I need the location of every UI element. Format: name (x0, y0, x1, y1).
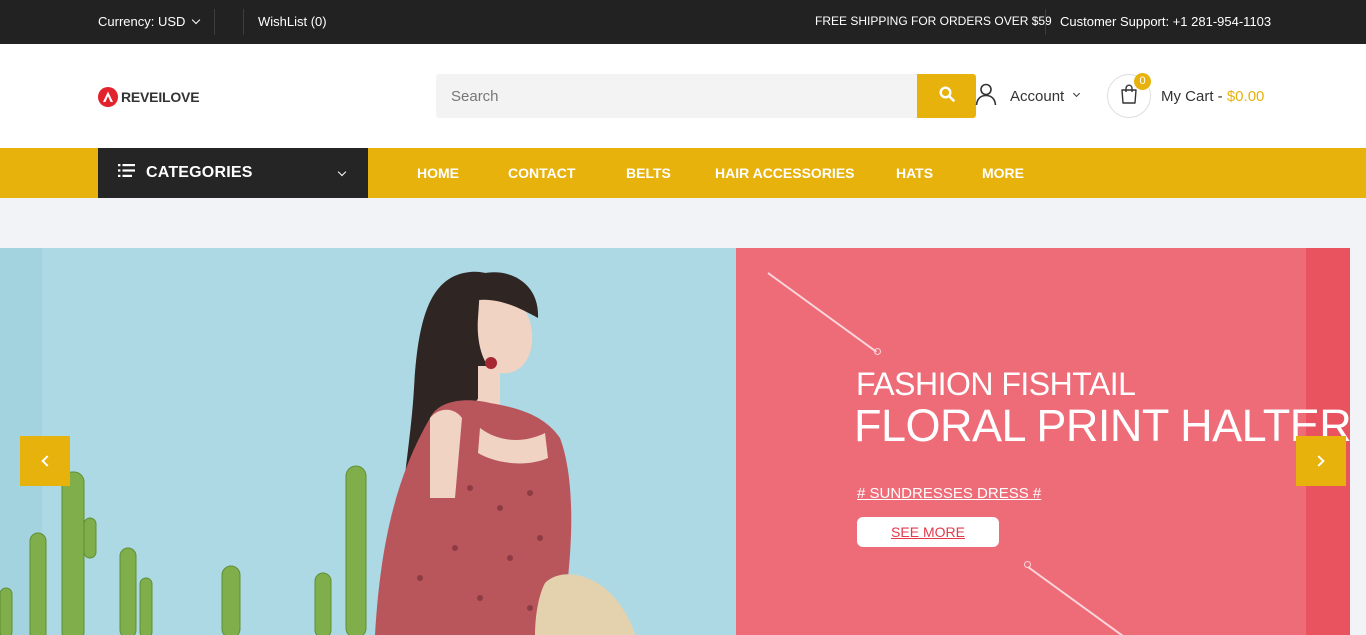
search-icon (938, 85, 955, 107)
search-button[interactable] (917, 74, 976, 118)
cart-total: $0.00 (1226, 87, 1265, 105)
decorative-dot (1024, 561, 1031, 568)
divider (1045, 9, 1046, 35)
nav-link-home[interactable]: HOME (417, 148, 459, 198)
nav-link-hair-accessories[interactable]: HAIR ACCESSORIES (715, 148, 855, 198)
search-bar (436, 74, 976, 118)
categories-label: CATEGORIES (146, 164, 253, 181)
cart-count-badge: 0 (1134, 73, 1151, 90)
slider-next-button[interactable] (1296, 436, 1346, 486)
currency-selector[interactable]: Currency: USD (98, 0, 201, 44)
menu-lines-icon (118, 164, 135, 182)
divider (214, 9, 215, 35)
chevron-left-icon (41, 455, 53, 467)
chevron-down-icon (1073, 89, 1081, 97)
nav-link-more[interactable]: MORE (982, 148, 1024, 198)
logo[interactable]: REVEILOVE (98, 86, 200, 108)
nav-link-hats[interactable]: HATS (896, 148, 933, 198)
cart-label: My Cart - $0.00 (1161, 88, 1264, 105)
decorative-line (1027, 566, 1142, 635)
divider (243, 9, 244, 35)
logo-icon (98, 87, 118, 107)
account-label: Account (1010, 87, 1065, 105)
cart-label-text: My Cart - (1161, 87, 1227, 105)
wishlist-link[interactable]: WishList (0) (258, 0, 327, 44)
main-nav: CATEGORIES HOME CONTACT BELTS HAIR ACCES… (0, 148, 1366, 198)
banner-tag[interactable]: # SUNDRESSES DRESS # (857, 485, 1041, 502)
banner-photo (0, 248, 736, 635)
decorative-line (767, 272, 877, 353)
search-input[interactable] (436, 74, 917, 118)
nav-link-contact[interactable]: CONTACT (508, 148, 575, 198)
nav-link-belts[interactable]: BELTS (626, 148, 671, 198)
site-header: REVEILOVE Account (0, 44, 1366, 148)
banner-photo-illustration (0, 248, 736, 635)
currency-label: Currency: USD (98, 14, 186, 29)
chevron-right-icon (1313, 455, 1325, 467)
chevron-down-icon (337, 167, 347, 177)
banner-title: FLORAL PRINT HALTER (854, 400, 1350, 451)
categories-menu[interactable]: CATEGORIES (98, 148, 368, 198)
cart-icon-wrap: 0 (1107, 73, 1151, 118)
banner-subtitle: FASHION FISHTAIL (856, 366, 1136, 402)
user-icon (974, 82, 998, 110)
account-menu[interactable]: Account (974, 82, 1081, 110)
chevron-down-icon (192, 15, 201, 25)
logo-text: REVEILOVE (121, 89, 200, 105)
cart[interactable]: 0 My Cart - $0.00 (1107, 73, 1264, 118)
banner-promo: FASHION FISHTAIL FLORAL PRINT HALTER # S… (736, 248, 1350, 635)
free-shipping-notice: FREE SHIPPING FOR ORDERS OVER $59 (815, 14, 1052, 28)
hero-slider: FASHION FISHTAIL FLORAL PRINT HALTER # S… (0, 248, 1350, 635)
see-more-button[interactable]: SEE MORE (857, 517, 999, 547)
slider-prev-button[interactable] (20, 436, 70, 486)
top-bar: Currency: USD WishList (0) FREE SHIPPING… (0, 0, 1366, 44)
decorative-dot (874, 348, 881, 355)
customer-support: Customer Support: +1 281-954-1103 (1060, 14, 1272, 29)
